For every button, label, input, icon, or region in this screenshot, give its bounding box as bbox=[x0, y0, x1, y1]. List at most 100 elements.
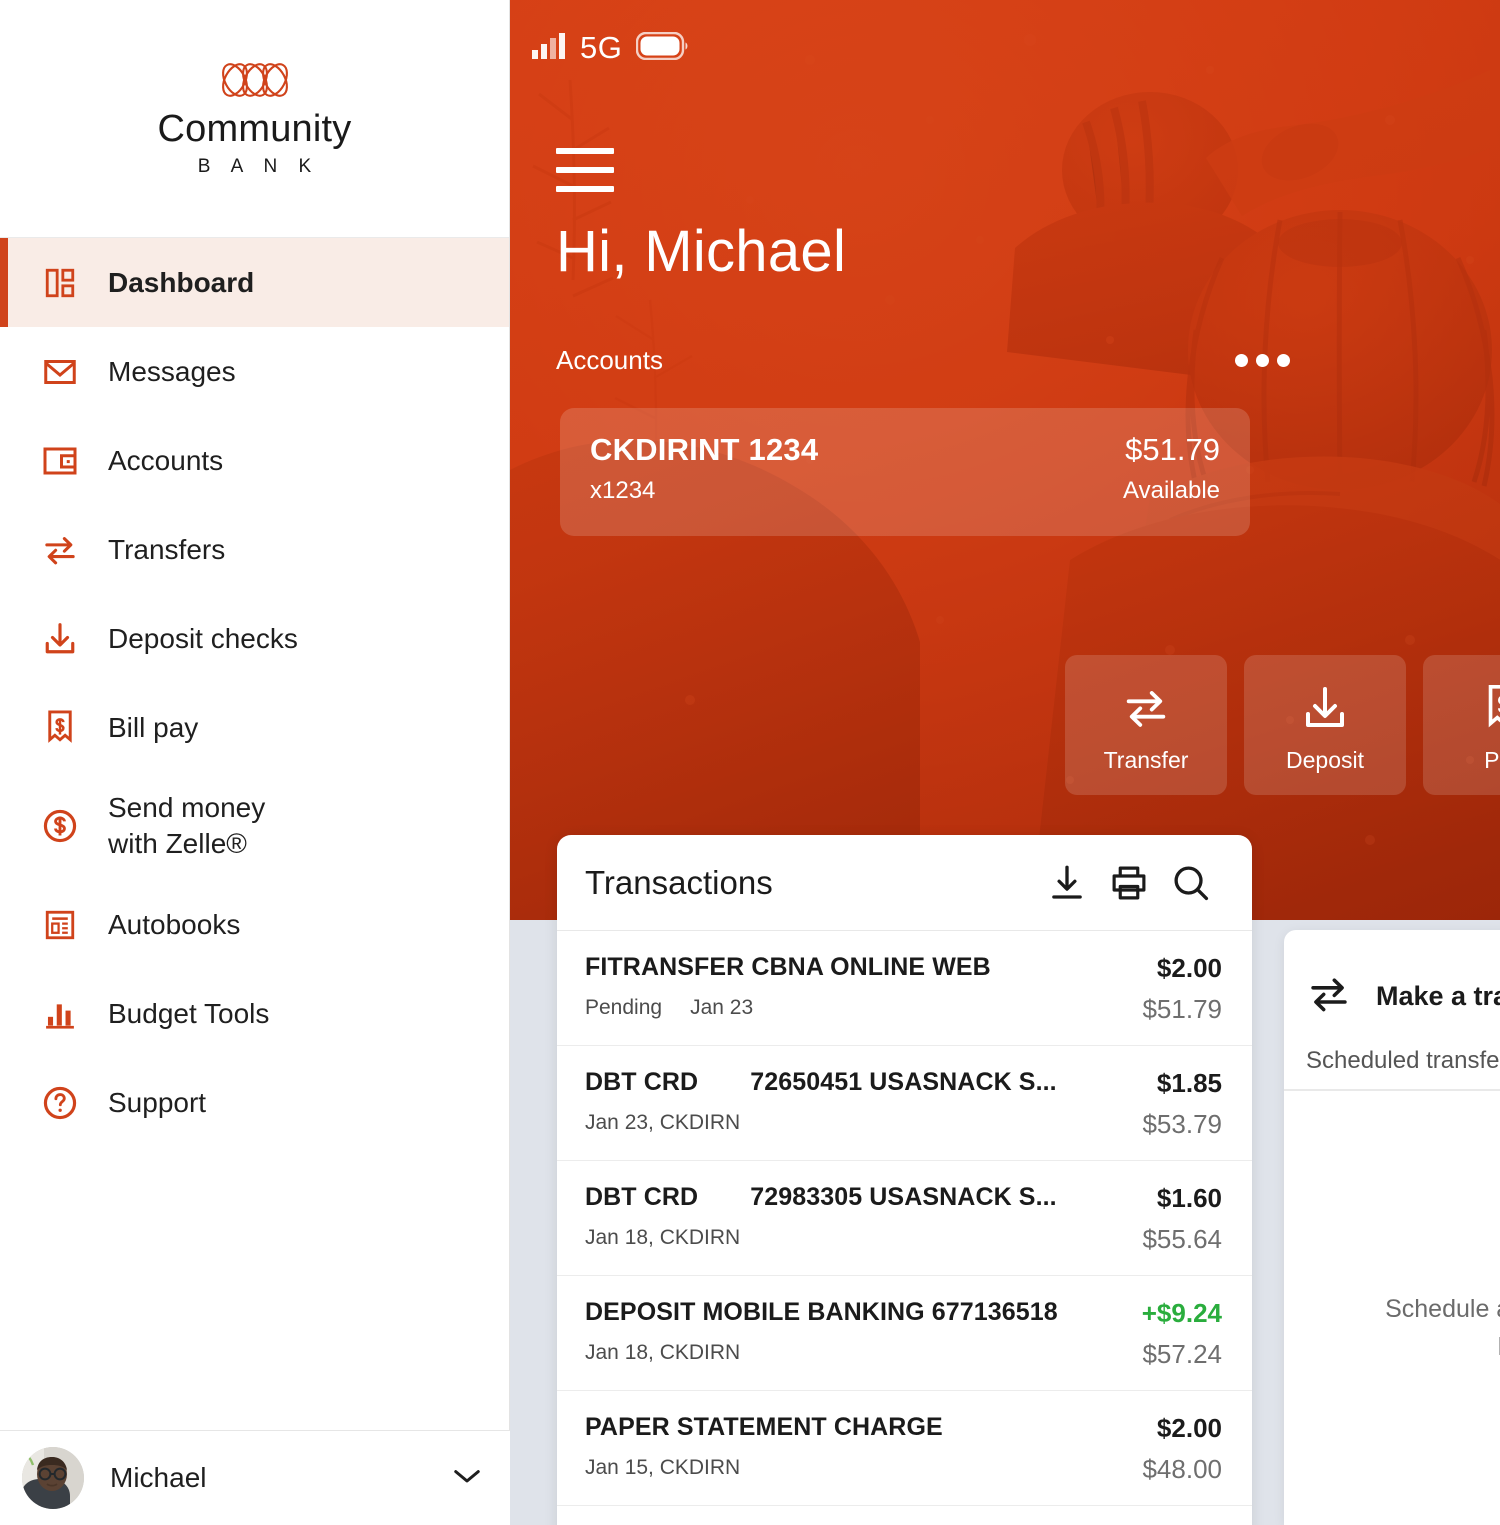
question-circle-icon bbox=[38, 1081, 82, 1125]
sidebar-item-deposit-checks[interactable]: Deposit checks bbox=[0, 594, 509, 683]
accounts-label: Accounts bbox=[556, 345, 663, 375]
hamburger-menu-icon[interactable] bbox=[556, 148, 614, 192]
status-bar: 5G bbox=[532, 30, 690, 66]
sidebar-item-label: Messages bbox=[108, 355, 236, 387]
dollar-ribbon-icon bbox=[1484, 677, 1500, 739]
ledger-icon bbox=[38, 903, 82, 947]
user-name: Michael bbox=[110, 1462, 207, 1493]
sidebar-item-bill-pay[interactable]: Bill pay bbox=[0, 683, 509, 772]
transactions-list: FITRANSFER CBNA ONLINE WEB $2.00 Pending Ja… bbox=[557, 931, 1252, 1506]
account-name: CKDIRINT 1234 bbox=[590, 432, 819, 467]
action-label: Pay bbox=[1484, 746, 1500, 773]
transaction-meta: Jan 23, CKDIRN bbox=[585, 1111, 741, 1134]
search-icon[interactable] bbox=[1160, 852, 1222, 914]
action-transfer-button[interactable]: Transfer bbox=[1065, 655, 1227, 795]
sidebar-item-transfers[interactable]: Transfers bbox=[0, 505, 509, 594]
tab-scheduled-transfers[interactable]: Scheduled transfers bbox=[1306, 1047, 1500, 1089]
transaction-amount: $2.00 bbox=[1156, 1413, 1222, 1443]
table-row[interactable]: DEPOSIT MOBILE BANKING 677136518 +$9.24 Ja… bbox=[557, 1276, 1252, 1391]
transaction-meta: Jan 18, CKDIRN bbox=[585, 1341, 741, 1364]
transaction-description: DBT CRD 72650451 USASNACK S... bbox=[585, 1068, 1057, 1096]
chevron-down-icon[interactable] bbox=[452, 1466, 482, 1491]
status-badge: Pending bbox=[585, 996, 663, 1019]
empty-line-1: Schedule a fu bbox=[1385, 1295, 1500, 1323]
brand-subname: B A N K bbox=[197, 156, 320, 177]
interlocking-knot-logo bbox=[219, 59, 291, 106]
transactions-header: Transactions bbox=[557, 835, 1252, 931]
transactions-title: Transactions bbox=[585, 863, 773, 901]
action-label: Transfer bbox=[1103, 746, 1189, 773]
battery-full-icon bbox=[636, 31, 690, 65]
sidebar-item-autobooks[interactable]: Autobooks bbox=[0, 880, 509, 969]
transaction-description: FITRANSFER CBNA ONLINE WEB bbox=[585, 953, 991, 981]
brand-logo: Community B A N K bbox=[0, 0, 509, 238]
wallet-icon bbox=[38, 439, 82, 483]
account-mask: x1234 bbox=[590, 477, 656, 504]
sidebar-item-budget-tools[interactable]: Budget Tools bbox=[0, 969, 509, 1058]
transaction-meta: Jan 18, CKDIRN bbox=[585, 1226, 741, 1249]
account-balance: $51.79 bbox=[1125, 432, 1220, 467]
empty-line-2: hav bbox=[1284, 1329, 1500, 1367]
transaction-running-balance: $57.24 bbox=[1142, 1339, 1222, 1369]
account-balance-label: Available bbox=[1123, 477, 1220, 504]
sidebar-item-label: Transfers bbox=[108, 533, 226, 565]
greeting-title: Hi, Michael bbox=[556, 219, 847, 284]
sidebar-item-dashboard[interactable]: Dashboard bbox=[0, 238, 509, 327]
transactions-card: Transactions FITRANSFER CBNA ONLINE WEB $… bbox=[557, 835, 1252, 1525]
transaction-running-balance: $53.79 bbox=[1142, 1109, 1222, 1139]
sidebar-item-label: Deposit checks bbox=[108, 622, 298, 654]
transfers-tabs: Scheduled transfers bbox=[1284, 1021, 1500, 1091]
network-label: 5G bbox=[580, 30, 623, 65]
transaction-meta: Jan 15, CKDIRN bbox=[585, 1456, 741, 1479]
table-row[interactable]: FITRANSFER CBNA ONLINE WEB $2.00 Pending Ja… bbox=[557, 931, 1252, 1046]
user-profile-bar[interactable]: Michael bbox=[0, 1430, 510, 1525]
sidebar-item-label: Budget Tools bbox=[108, 997, 270, 1029]
transaction-running-balance: $51.79 bbox=[1142, 994, 1222, 1024]
user-photo-avatar bbox=[22, 1447, 84, 1509]
action-label: Deposit bbox=[1286, 746, 1364, 773]
print-icon[interactable] bbox=[1098, 852, 1160, 914]
sidebar-item-label: Bill pay bbox=[108, 711, 199, 743]
sidebar-item-label: Send money with Zelle® bbox=[108, 792, 266, 859]
table-row[interactable]: PAPER STATEMENT CHARGE $2.00 Jan 15, CKDIR… bbox=[557, 1391, 1252, 1506]
sidebar-item-label: Accounts bbox=[108, 444, 224, 476]
transfer-arrows-icon bbox=[1306, 972, 1352, 1021]
transfers-card-title: Make a tra bbox=[1376, 981, 1500, 1011]
table-row[interactable]: DBT CRD 72983305 USASNACK S... $1.60 Jan 18… bbox=[557, 1161, 1252, 1276]
transaction-description: PAPER STATEMENT CHARGE bbox=[585, 1413, 943, 1441]
transfer-arrows-icon bbox=[38, 528, 82, 572]
action-pay-button[interactable]: Pay bbox=[1423, 655, 1500, 795]
hero-banner: 5G Hi, Michael Accounts CKDIRINT 1234 x1… bbox=[510, 0, 1500, 920]
transaction-running-balance: $48.00 bbox=[1142, 1454, 1222, 1484]
transaction-amount: $2.00 bbox=[1156, 953, 1222, 983]
quick-actions: Transfer Deposit Pay bbox=[1065, 655, 1500, 795]
dollar-circle-icon bbox=[38, 804, 82, 848]
dashboard-icon bbox=[38, 261, 82, 305]
transfers-empty-state: Schedule a fu hav bbox=[1284, 1291, 1500, 1366]
transaction-amount: +$9.24 bbox=[1141, 1298, 1222, 1328]
download-tray-icon bbox=[38, 617, 82, 661]
sidebar-item-messages[interactable]: Messages bbox=[0, 327, 509, 416]
sidebar-item-accounts[interactable]: Accounts bbox=[0, 416, 509, 505]
envelope-icon bbox=[38, 350, 82, 394]
transaction-description: DEPOSIT MOBILE BANKING 677136518 bbox=[585, 1298, 1058, 1326]
sidebar-item-send-money-zelle[interactable]: Send money with Zelle® bbox=[0, 772, 509, 880]
transaction-amount: $1.85 bbox=[1156, 1068, 1222, 1098]
download-icon[interactable] bbox=[1036, 852, 1098, 914]
sidebar-item-support[interactable]: Support bbox=[0, 1058, 509, 1147]
cellular-signal-icon bbox=[532, 32, 566, 64]
bar-chart-icon bbox=[38, 992, 82, 1036]
transaction-meta: Pending Jan 23 bbox=[585, 996, 754, 1019]
account-card[interactable]: CKDIRINT 1234 x1234 $51.79 Available bbox=[560, 408, 1250, 536]
accounts-section-header: Accounts bbox=[556, 345, 1290, 376]
table-row[interactable]: DBT CRD 72650451 USASNACK S... $1.85 Jan 23… bbox=[557, 1046, 1252, 1161]
transaction-amount: $1.60 bbox=[1156, 1183, 1222, 1213]
transfer-arrows-icon bbox=[1121, 677, 1171, 739]
download-tray-icon bbox=[1301, 677, 1349, 739]
sidebar-item-label: Dashboard bbox=[108, 266, 255, 298]
transaction-running-balance: $55.64 bbox=[1142, 1224, 1222, 1254]
sidebar-item-label: Autobooks bbox=[108, 908, 241, 940]
dollar-ribbon-icon bbox=[38, 706, 82, 750]
action-deposit-button[interactable]: Deposit bbox=[1244, 655, 1406, 795]
more-horizontal-icon[interactable] bbox=[1235, 354, 1290, 367]
